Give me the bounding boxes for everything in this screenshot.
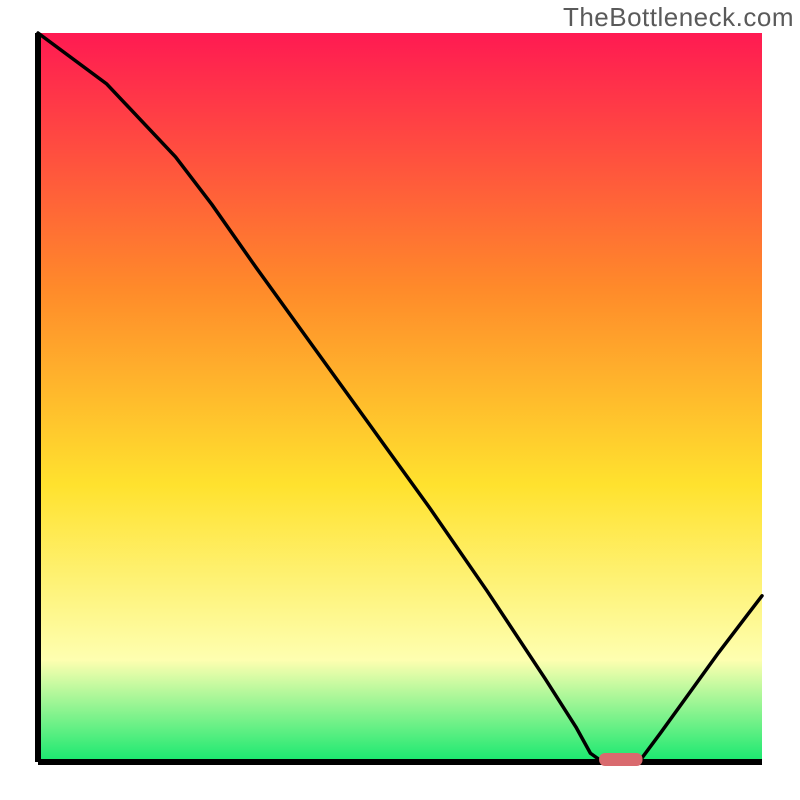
optimum-marker	[599, 753, 642, 766]
bottleneck-chart	[0, 0, 800, 800]
chart-frame: TheBottleneck.com	[0, 0, 800, 800]
plot-background	[38, 33, 762, 762]
watermark-text: TheBottleneck.com	[563, 2, 794, 33]
